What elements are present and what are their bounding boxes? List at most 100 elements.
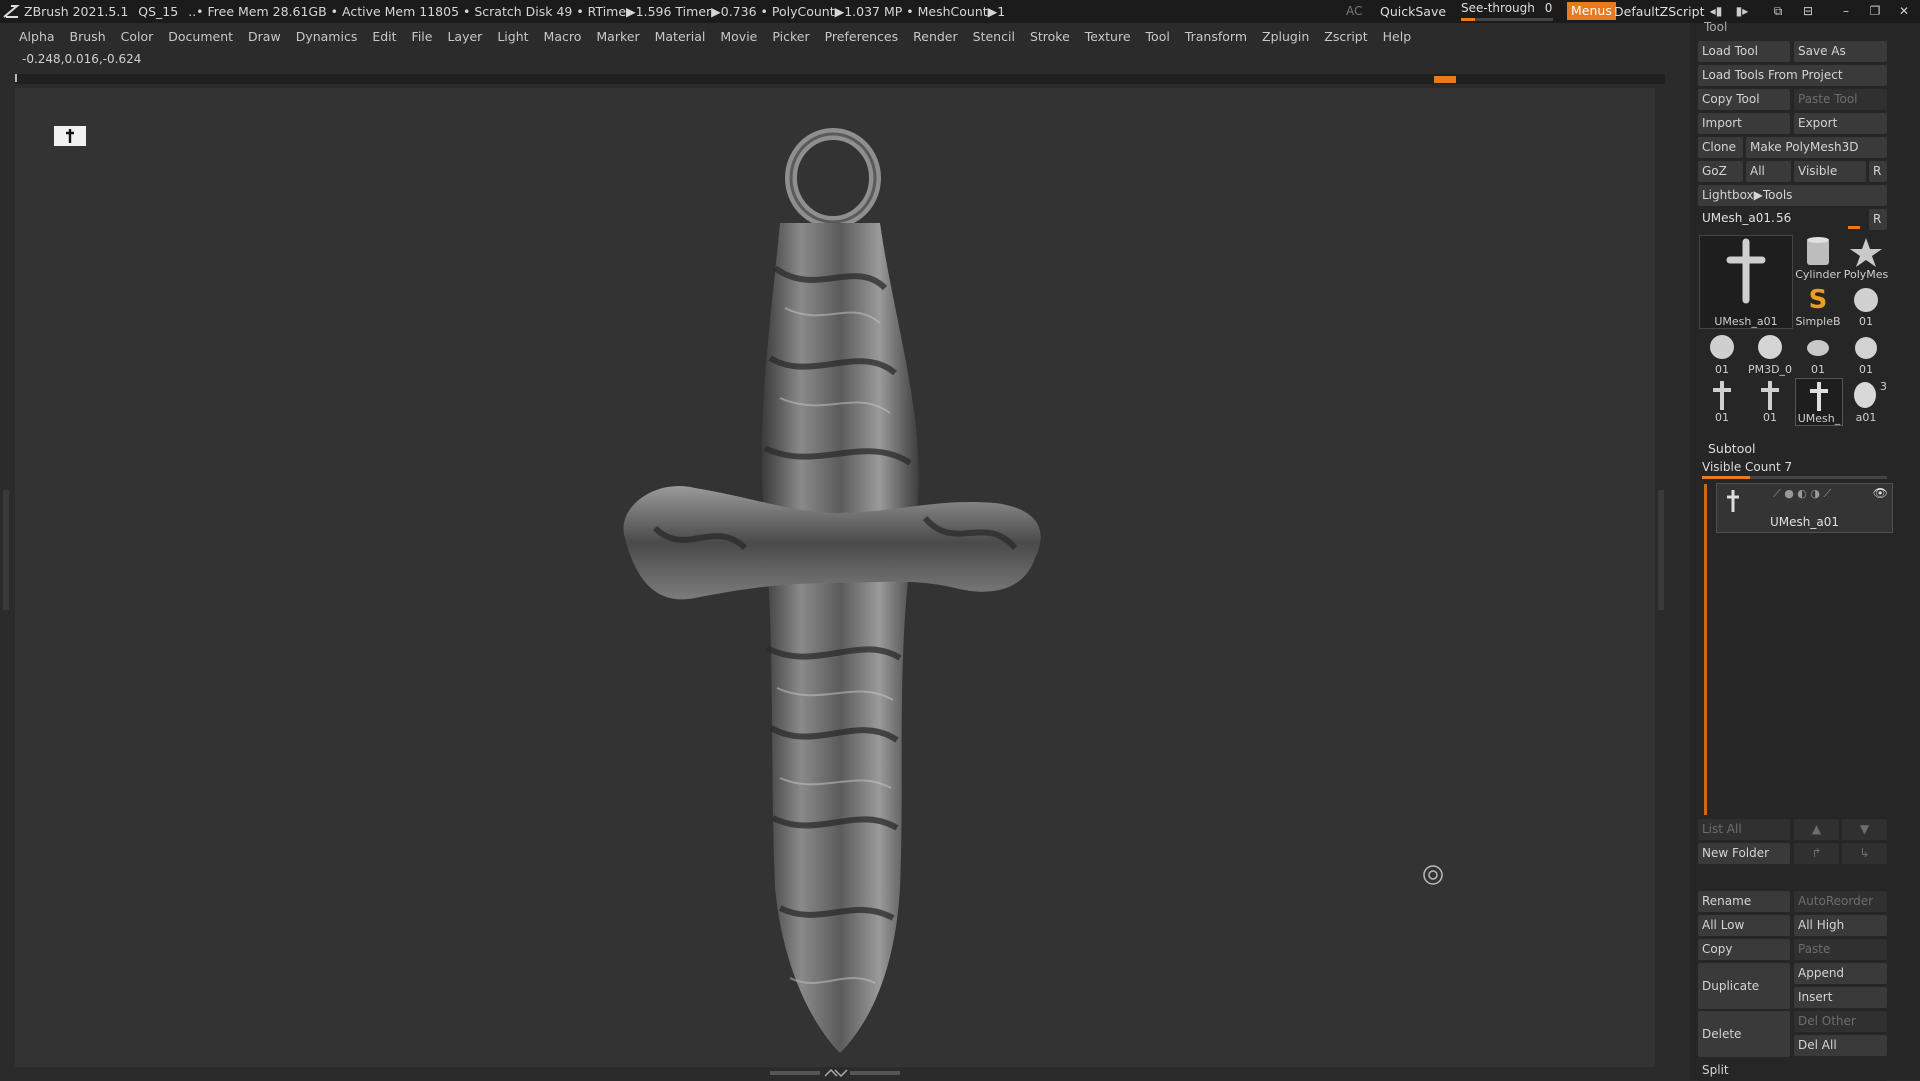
duplicate-button[interactable]: Duplicate: [1698, 963, 1790, 1009]
visible-count-slider[interactable]: [1702, 476, 1887, 479]
current-tool-r-button[interactable]: R: [1869, 209, 1887, 230]
menu-tool[interactable]: Tool: [1146, 29, 1170, 44]
menu-alpha[interactable]: Alpha: [19, 29, 55, 44]
goz-r-button[interactable]: R: [1869, 161, 1887, 182]
autoreorder-button[interactable]: AutoReorder: [1794, 891, 1887, 912]
paste-tool-button[interactable]: Paste Tool: [1794, 89, 1887, 110]
goz-all-button[interactable]: All: [1746, 161, 1791, 182]
tool-thumb-pm3d[interactable]: PM3D_0: [1747, 330, 1793, 376]
load-tool-button[interactable]: Load Tool: [1698, 41, 1790, 62]
menu-zscript[interactable]: Zscript: [1324, 29, 1367, 44]
menu-draw[interactable]: Draw: [248, 29, 281, 44]
tool-thumb-01-f[interactable]: 01: [1747, 378, 1793, 424]
layout-icon[interactable]: ⧉: [1770, 3, 1786, 19]
tool-thumb-umesh-a01[interactable]: UMesh_a01: [1699, 235, 1793, 329]
subtool-list-scrollbar[interactable]: [1704, 484, 1707, 815]
tool-thumb-01-a[interactable]: 01: [1843, 282, 1889, 328]
right-tray-handle[interactable]: [1658, 490, 1664, 610]
ac-button[interactable]: AC: [1346, 4, 1362, 18]
tool-thumb-simpleb[interactable]: S SimpleB: [1795, 282, 1841, 328]
menu-file[interactable]: File: [412, 29, 433, 44]
tool-thumb-01-e[interactable]: 01: [1699, 378, 1745, 424]
import-button[interactable]: Import: [1698, 113, 1790, 134]
menu-layer[interactable]: Layer: [447, 29, 482, 44]
document-canvas[interactable]: [15, 88, 1655, 1067]
menu-edit[interactable]: Edit: [372, 29, 396, 44]
copy-tool-button[interactable]: Copy Tool: [1698, 89, 1790, 110]
menu-color[interactable]: Color: [121, 29, 154, 44]
append-button[interactable]: Append: [1794, 963, 1887, 984]
hide-icon[interactable]: ⊟: [1800, 3, 1816, 19]
rename-button[interactable]: Rename: [1698, 891, 1790, 912]
goz-visible-button[interactable]: Visible: [1794, 161, 1866, 182]
split-section-title[interactable]: Split: [1698, 1060, 1887, 1081]
save-as-button[interactable]: Save As: [1794, 41, 1887, 62]
all-high-button[interactable]: All High: [1794, 915, 1887, 936]
pivot-target-icon[interactable]: [1422, 864, 1444, 886]
list-all-button[interactable]: List All: [1698, 819, 1790, 840]
subtool-title[interactable]: Subtool: [1708, 441, 1755, 456]
menu-help[interactable]: Help: [1383, 29, 1412, 44]
menu-movie[interactable]: Movie: [720, 29, 757, 44]
menu-stroke[interactable]: Stroke: [1030, 29, 1070, 44]
paste-subtool-button[interactable]: Paste: [1794, 939, 1887, 960]
lightbox-tools-button[interactable]: Lightbox▶Tools: [1698, 185, 1887, 206]
tool-thumb-01-c[interactable]: 01: [1795, 330, 1841, 376]
quicksave-button[interactable]: QuickSave: [1380, 4, 1446, 19]
timeline-track[interactable]: [15, 74, 1665, 84]
cross-pendant-model[interactable]: [595, 128, 1075, 1058]
export-button[interactable]: Export: [1794, 113, 1887, 134]
menu-marker[interactable]: Marker: [596, 29, 639, 44]
menu-stencil[interactable]: Stencil: [973, 29, 1015, 44]
tool-thumb-a01[interactable]: 3 a01: [1843, 378, 1889, 424]
menu-zplugin[interactable]: Zplugin: [1262, 29, 1309, 44]
arrow-down-icon[interactable]: ↳: [1842, 843, 1887, 864]
menu-picker[interactable]: Picker: [772, 29, 809, 44]
restore-icon[interactable]: ❐: [1867, 3, 1883, 19]
menu-macro[interactable]: Macro: [544, 29, 582, 44]
move-up-icon[interactable]: ▲: [1794, 819, 1839, 840]
interface-right-icon[interactable]: ▮▸: [1734, 3, 1750, 19]
menu-transform[interactable]: Transform: [1185, 29, 1247, 44]
tool-thumb-cylinder[interactable]: Cylinder: [1795, 235, 1841, 281]
timeline-marker[interactable]: [1434, 76, 1456, 83]
clone-button[interactable]: Clone: [1698, 137, 1743, 158]
menu-brush[interactable]: Brush: [70, 29, 106, 44]
all-low-button[interactable]: All Low: [1698, 915, 1790, 936]
menus-toggle[interactable]: Menus: [1567, 2, 1616, 20]
del-other-button[interactable]: Del Other: [1794, 1011, 1887, 1032]
menu-document[interactable]: Document: [168, 29, 233, 44]
new-folder-button[interactable]: New Folder: [1698, 843, 1790, 864]
make-polymesh3d-button[interactable]: Make PolyMesh3D: [1746, 137, 1887, 158]
menu-texture[interactable]: Texture: [1085, 29, 1131, 44]
del-all-button[interactable]: Del All: [1794, 1035, 1887, 1056]
tool-thumb-01-d[interactable]: 01: [1843, 330, 1889, 376]
default-zscript-button[interactable]: DefaultZScript: [1614, 4, 1705, 19]
interface-left-icon[interactable]: ◂▮: [1708, 3, 1724, 19]
delete-button[interactable]: Delete: [1698, 1011, 1790, 1057]
close-icon[interactable]: ✕: [1896, 3, 1912, 19]
visibility-eye-icon[interactable]: 👁: [1873, 486, 1888, 500]
goz-button[interactable]: GoZ: [1698, 161, 1743, 182]
subtool-toggle-icons[interactable]: ⟋ ● ◐ ◑ ⟋: [1773, 487, 1831, 501]
arrow-up-icon[interactable]: ↱: [1794, 843, 1839, 864]
minimize-icon[interactable]: –: [1838, 3, 1854, 19]
insert-button[interactable]: Insert: [1794, 987, 1887, 1008]
bottom-tray-handle[interactable]: [770, 1069, 900, 1077]
tool-thumb-01-b[interactable]: 01: [1699, 330, 1745, 376]
menu-material[interactable]: Material: [655, 29, 706, 44]
tool-thumb-polymesh[interactable]: PolyMes: [1843, 235, 1889, 281]
subtool-entry[interactable]: ⟋ ● ◐ ◑ ⟋ 👁 UMesh_a01: [1716, 483, 1893, 533]
menu-dynamics[interactable]: Dynamics: [296, 29, 358, 44]
memory-stats: ..• Free Mem 28.61GB • Active Mem 11805 …: [188, 4, 1006, 19]
see-through-slider[interactable]: See-through 0: [1461, 1, 1553, 21]
current-tool-slider[interactable]: UMesh_a01. 56: [1698, 209, 1866, 230]
move-down-icon[interactable]: ▼: [1842, 819, 1887, 840]
left-tray-handle[interactable]: [3, 490, 9, 610]
menu-light[interactable]: Light: [497, 29, 528, 44]
menu-preferences[interactable]: Preferences: [825, 29, 899, 44]
menu-render[interactable]: Render: [913, 29, 958, 44]
load-tools-from-project-button[interactable]: Load Tools From Project: [1698, 65, 1887, 86]
copy-subtool-button[interactable]: Copy: [1698, 939, 1790, 960]
tool-thumb-umesh-selected[interactable]: UMesh_: [1795, 378, 1843, 426]
